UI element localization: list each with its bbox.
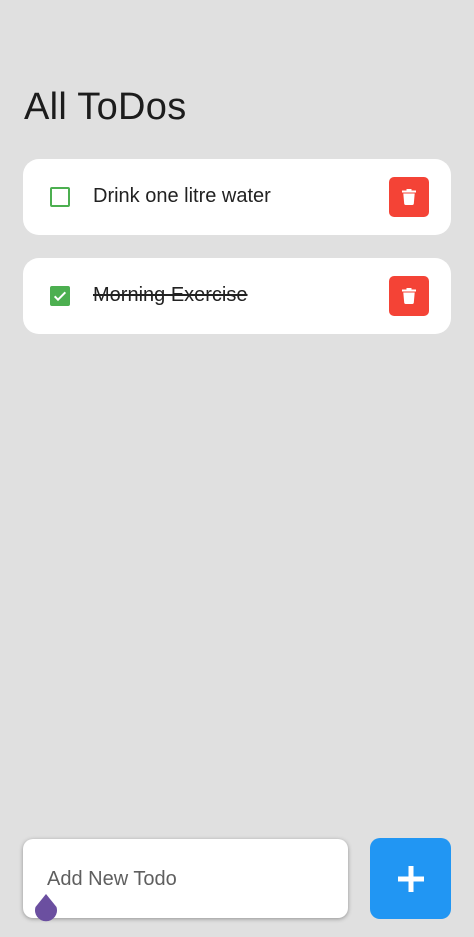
todo-item: Drink one litre water — [23, 159, 451, 235]
trash-icon — [402, 288, 416, 304]
app-screen: All ToDos Drink one litre water Morning … — [0, 0, 474, 937]
text-cursor-handle-icon[interactable] — [33, 894, 59, 924]
page-title: All ToDos — [24, 86, 187, 128]
delete-button[interactable] — [389, 177, 429, 217]
todo-text: Morning Exercise — [93, 284, 248, 306]
todo-list: Drink one litre water Morning Exercise — [23, 159, 451, 357]
todo-text: Drink one litre water — [93, 185, 271, 207]
trash-icon — [402, 189, 416, 205]
todo-checkbox[interactable] — [50, 187, 70, 207]
new-todo-field[interactable] — [23, 839, 348, 918]
check-icon — [53, 291, 67, 302]
new-todo-input[interactable] — [23, 839, 348, 918]
todo-item: Morning Exercise — [23, 258, 451, 334]
plus-icon — [397, 865, 424, 892]
delete-button[interactable] — [389, 276, 429, 316]
add-todo-button[interactable] — [370, 838, 451, 919]
todo-checkbox[interactable] — [50, 286, 70, 306]
